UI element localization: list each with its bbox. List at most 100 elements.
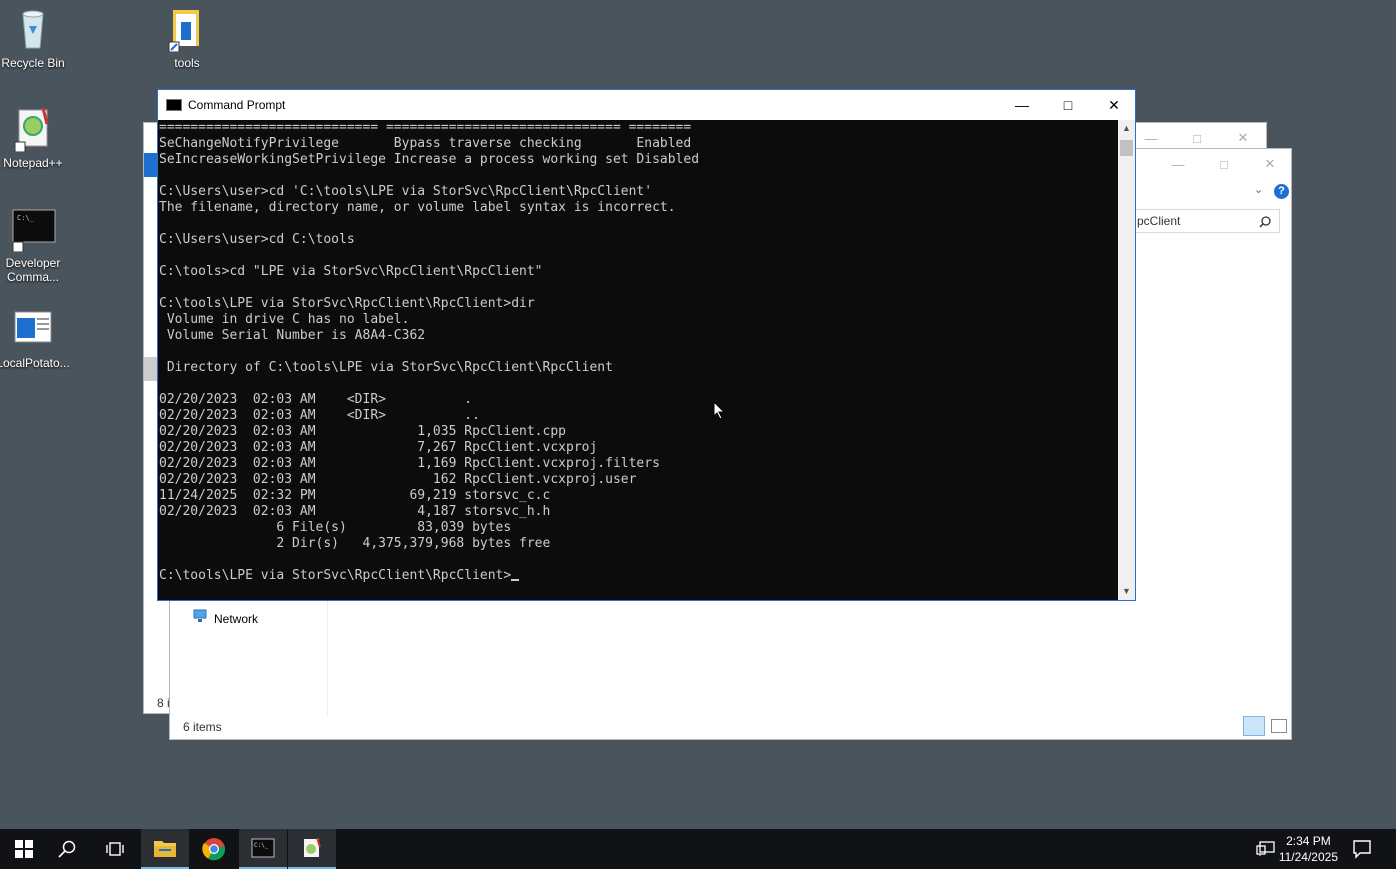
console-text: ============================ ===========… <box>159 120 1118 584</box>
console-line: 11/24/2025 02:32 PM 69,219 storsvc_c.c <box>159 488 551 503</box>
folder-icon <box>154 841 176 857</box>
vertical-scrollbar[interactable]: ▲ ▼ <box>1118 120 1135 600</box>
desktop-icon-label: tools <box>174 56 200 70</box>
search-text: pcClient <box>1137 214 1181 228</box>
start-button[interactable] <box>0 829 48 869</box>
scrollbar-thumb[interactable] <box>1120 140 1133 156</box>
svg-text:C:\_: C:\_ <box>254 842 269 849</box>
status-text: 8 i <box>157 696 170 710</box>
console-line: Volume Serial Number is A8A4-C362 <box>159 328 426 343</box>
system-clock[interactable]: 2:34 PM 11/24/2025 <box>1279 833 1338 865</box>
minimize-button[interactable]: — <box>999 90 1045 120</box>
console-line: C:\tools\LPE via StorSvc\RpcClient\RpcCl… <box>159 568 1118 584</box>
nav-pane-highlight <box>144 153 158 177</box>
ribbon-expand-icon[interactable]: ⌄ <box>1254 183 1263 196</box>
terminal-icon: C:\_ <box>251 838 275 858</box>
console-line: 02/20/2023 02:03 AM 7,267 RpcClient.vcxp… <box>159 440 598 455</box>
recycle-bin-icon <box>9 4 57 52</box>
task-view-icon <box>106 842 124 856</box>
console-line: SeChangeNotifyPrivilege Bypass traverse … <box>159 136 692 151</box>
console-line: 02/20/2023 02:03 AM 1,169 RpcClient.vcxp… <box>159 456 660 471</box>
console-line: 02/20/2023 02:03 AM <DIR> . <box>159 392 473 407</box>
console-line: 02/20/2023 02:03 AM 1,035 RpcClient.cpp <box>159 424 566 439</box>
maximize-button[interactable]: □ <box>1045 90 1091 120</box>
notepadpp-icon <box>304 837 321 857</box>
desktop-icon-label: Recycle Bin <box>1 56 65 70</box>
desktop-icon-recycle-bin[interactable]: Recycle Bin <box>0 4 73 70</box>
taskbar-chrome[interactable] <box>190 829 238 869</box>
desktop-icon-label: Notepad++ <box>3 156 63 170</box>
console-line: The filename, directory name, or volume … <box>159 200 676 215</box>
cmd-titlebar[interactable]: Command Prompt — □ ✕ <box>158 90 1135 120</box>
console-line: Directory of C:\tools\LPE via StorSvc\Rp… <box>159 360 613 375</box>
search-icon <box>58 840 76 858</box>
taskbar-file-explorer[interactable] <box>141 829 189 869</box>
help-icon[interactable]: ? <box>1274 184 1289 199</box>
desktop-icon-localpotato[interactable]: LocalPotato... <box>0 304 73 370</box>
console-line: 02/20/2023 02:03 AM <DIR> .. <box>159 408 480 423</box>
notification-icon <box>1353 840 1371 859</box>
close-button[interactable]: ✕ <box>1247 149 1293 179</box>
window-title: Command Prompt <box>188 98 286 112</box>
details-view-icon[interactable] <box>1243 716 1265 736</box>
desktop-icon-developer-command[interactable]: C:\_ Developer Comma... <box>0 204 73 284</box>
console-line: C:\tools>cd "LPE via StorSvc\RpcClient\R… <box>159 264 543 279</box>
console-line: Volume in drive C has no label. <box>159 312 410 327</box>
taskbar-notepadpp[interactable] <box>288 829 336 869</box>
nav-item-network[interactable]: Network <box>192 609 258 628</box>
console-line: C:\tools\LPE via StorSvc\RpcClient\RpcCl… <box>159 296 535 311</box>
desktop-icon-label: Developer Comma... <box>5 256 61 284</box>
clock-time: 2:34 PM <box>1286 834 1331 848</box>
text-cursor <box>511 579 520 581</box>
console-line: ============================ ===========… <box>159 120 692 135</box>
console-line: 02/20/2023 02:03 AM 4,187 storsvc_h.h <box>159 504 551 519</box>
folder-icon <box>163 4 211 53</box>
network-icon <box>192 609 208 628</box>
nav-pane-divider <box>327 601 328 717</box>
action-center-button[interactable] <box>1352 839 1372 864</box>
minimize-button[interactable]: — <box>1155 149 1201 179</box>
application-icon <box>9 304 57 352</box>
status-bar: 6 items <box>170 715 1291 739</box>
console-line: C:\Users\user>cd C:\tools <box>159 232 355 247</box>
command-prompt-window[interactable]: Command Prompt — □ ✕ ===================… <box>157 89 1136 601</box>
mouse-pointer-icon <box>713 401 725 420</box>
nav-pane-scroll <box>144 357 158 381</box>
task-view-button[interactable] <box>91 829 139 869</box>
large-icons-view-icon[interactable] <box>1271 719 1287 733</box>
clock-date: 11/24/2025 <box>1278 850 1338 864</box>
cmd-app-icon <box>166 99 182 111</box>
svg-text:C:\_: C:\_ <box>17 214 35 222</box>
console-line: 02/20/2023 02:03 AM 162 RpcClient.vcxpro… <box>159 472 637 487</box>
maximize-button[interactable]: □ <box>1201 149 1247 179</box>
console-line: SeIncreaseWorkingSetPrivilege Increase a… <box>159 152 700 167</box>
scroll-down-icon[interactable]: ▼ <box>1118 583 1135 600</box>
close-button[interactable]: ✕ <box>1091 90 1137 120</box>
chrome-icon <box>202 838 226 861</box>
search-icon <box>1259 215 1271 233</box>
item-count: 6 items <box>183 720 222 734</box>
desktop-icon-tools[interactable]: tools <box>147 4 227 70</box>
desktop-icon-label: LocalPotato... <box>0 356 70 370</box>
console-line: 2 Dir(s) 4,375,379,968 bytes free <box>159 536 551 551</box>
search-button[interactable] <box>43 829 91 869</box>
scroll-up-icon[interactable]: ▲ <box>1118 120 1135 137</box>
terminal-icon: C:\_ <box>9 204 57 253</box>
nav-item-label: Network <box>214 611 259 626</box>
console-line: C:\Users\user>cd 'C:\tools\LPE via StorS… <box>159 184 653 199</box>
notepadpp-icon <box>9 104 57 153</box>
console-output[interactable]: ============================ ===========… <box>158 120 1118 600</box>
taskbar-command-prompt[interactable]: C:\_ <box>239 829 287 869</box>
desktop-icon-notepadpp[interactable]: Notepad++ <box>0 104 73 170</box>
windows-icon <box>15 840 33 858</box>
console-line: 6 File(s) 83,039 bytes <box>159 520 512 535</box>
network-tray-icon[interactable] <box>1256 841 1276 862</box>
search-box[interactable]: pcClient <box>1130 209 1280 233</box>
